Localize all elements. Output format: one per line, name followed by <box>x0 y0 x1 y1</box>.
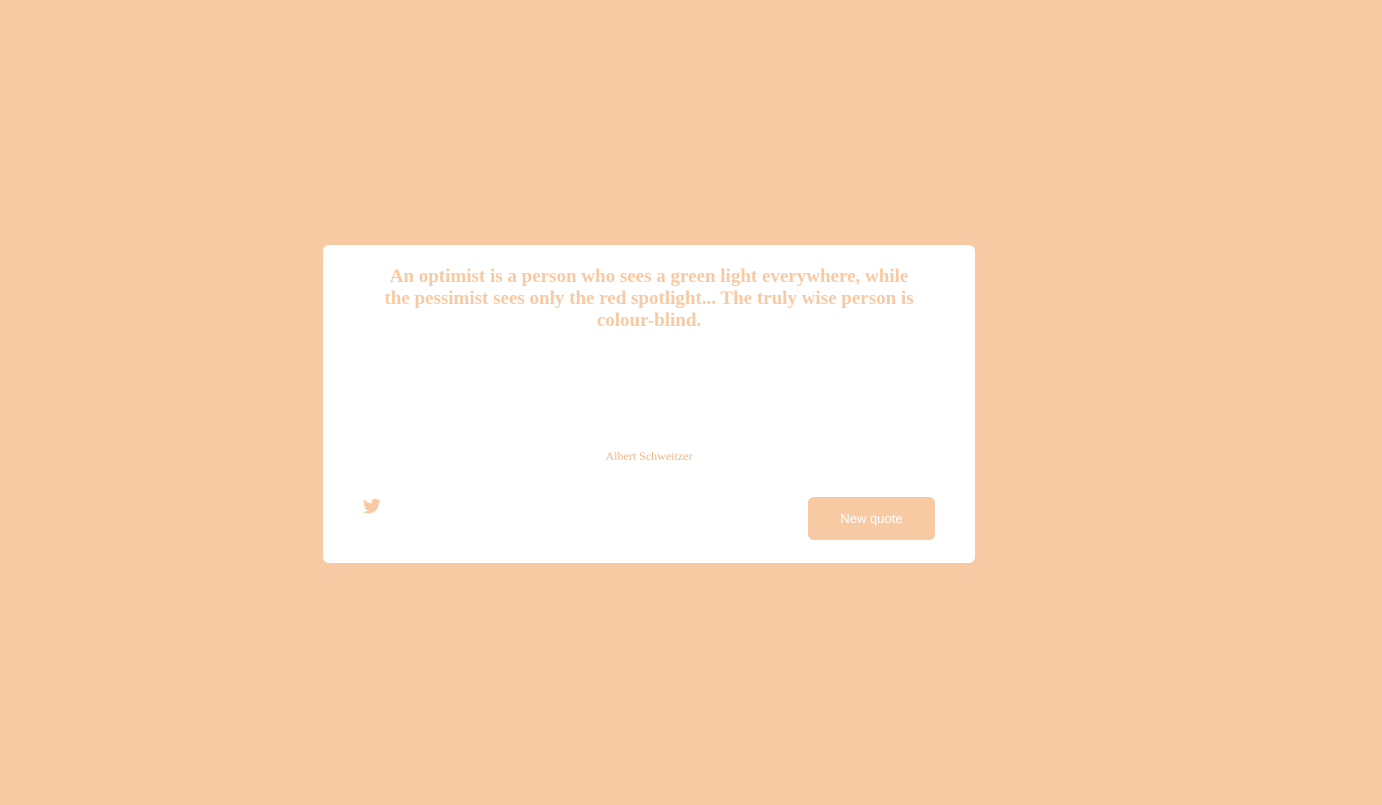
quote-author: Albert Schweitzer <box>605 449 693 463</box>
new-quote-button[interactable]: New quote <box>808 497 935 540</box>
twitter-icon <box>362 497 384 515</box>
quote-text: An optimist is a person who sees a green… <box>384 266 914 331</box>
tweet-quote-link[interactable] <box>362 497 384 517</box>
quote-box: An optimist is a person who sees a green… <box>323 245 975 563</box>
